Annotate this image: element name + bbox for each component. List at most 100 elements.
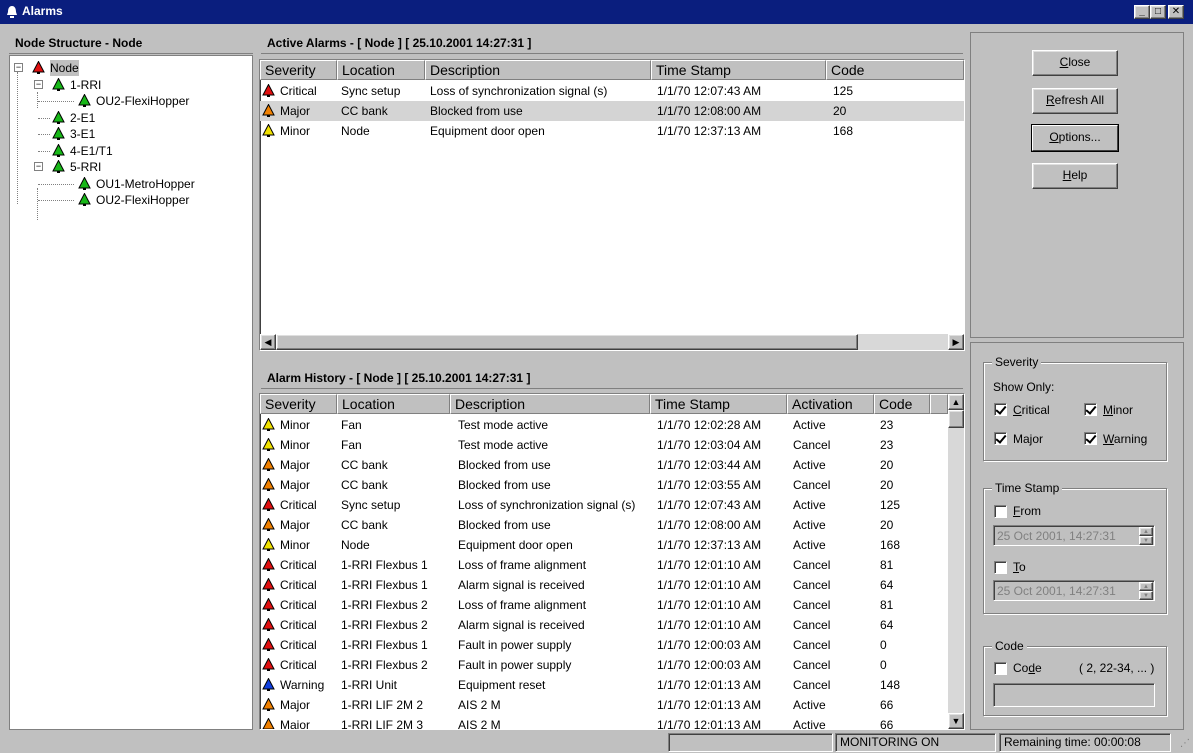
critical-checkbox[interactable] <box>994 403 1007 416</box>
cell-timestamp: 1/1/70 12:37:13 AM <box>657 124 762 138</box>
cell-activation: Cancel <box>793 438 831 452</box>
table-row[interactable]: Critical Sync setup Loss of synchronizatio… <box>260 495 948 515</box>
table-row[interactable]: Critical Sync setup Loss of synchronizatio… <box>260 81 964 101</box>
column-header[interactable]: Severity <box>260 60 337 80</box>
table-row[interactable]: Warning 1-RRI Unit Equipment reset 1/1/70 1… <box>260 675 948 695</box>
help-button[interactable]: Help <box>1032 163 1118 189</box>
code-checkbox[interactable] <box>994 662 1007 675</box>
table-row[interactable]: Critical 1-RRI Flexbus 1 Loss of frame ali… <box>260 555 948 575</box>
monitoring-status: MONITORING ON <box>835 733 996 752</box>
severity-bell-icon <box>262 477 275 494</box>
table-row[interactable]: Minor Fan Test mode active 1/1/70 12:03:04 … <box>260 435 948 455</box>
scroll-left-button[interactable]: ◀ <box>260 334 276 350</box>
code-label: Code <box>1013 661 1042 675</box>
cell-location: 1-RRI Flexbus 2 <box>341 598 428 612</box>
to-datetime-input[interactable]: 25 Oct 2001, 14:27:31 ▲ ▼ <box>993 580 1155 601</box>
resize-grip[interactable]: ⋰ <box>1176 737 1190 751</box>
column-header[interactable]: Time Stamp <box>650 394 787 414</box>
spin-up-button[interactable]: ▲ <box>1139 527 1153 536</box>
table-row[interactable]: Major 1-RRI LIF 2M 3 AIS 2 M 1/1/70 12:01:1… <box>260 715 948 730</box>
close-window-button[interactable]: ✕ <box>1168 5 1184 19</box>
cell-severity: Minor <box>280 418 311 432</box>
minor-checkbox[interactable] <box>1084 403 1097 416</box>
column-header[interactable]: Activation <box>787 394 874 414</box>
cell-location: Fan <box>341 438 362 452</box>
cell-code: 20 <box>833 104 847 118</box>
column-header[interactable]: Description <box>450 394 650 414</box>
column-header[interactable]: Location <box>337 394 450 414</box>
from-datetime-input[interactable]: 25 Oct 2001, 14:27:31 ▲ ▼ <box>993 525 1155 546</box>
minimize-button[interactable]: _ <box>1134 5 1150 19</box>
table-row[interactable]: Critical 1-RRI Flexbus 2 Fault in power su… <box>260 655 948 675</box>
tree-node-label: 2-E1 <box>70 110 96 125</box>
scroll-thumb[interactable] <box>948 410 964 428</box>
table-row[interactable]: Major CC bank Blocked from use 1/1/70 12:03… <box>260 475 948 495</box>
collapse-icon[interactable]: − <box>14 63 23 72</box>
table-row[interactable]: Critical 1-RRI Flexbus 1 Alarm signal is r… <box>260 575 948 595</box>
cell-code: 23 <box>880 418 894 432</box>
cell-activation: Active <box>793 698 826 712</box>
severity-bell-icon <box>262 417 275 434</box>
critical-label: Critical <box>1013 403 1050 417</box>
collapse-icon[interactable]: − <box>34 79 43 89</box>
major-checkbox[interactable] <box>994 432 1007 445</box>
column-header[interactable]: Code <box>826 60 964 80</box>
column-header[interactable]: Location <box>337 60 425 80</box>
node-tree[interactable]: − Node −1-RRI OU2-FlexiHopper 2-E1 3-E1 4-E1/T… <box>9 55 253 730</box>
scroll-right-button[interactable]: ▶ <box>948 334 964 350</box>
scroll-down-button[interactable]: ▼ <box>948 713 964 729</box>
spin-down-button[interactable]: ▼ <box>1139 591 1153 600</box>
column-header[interactable]: Severity <box>260 394 337 414</box>
horizontal-scrollbar[interactable]: ◀ ▶ <box>260 334 964 350</box>
cell-description: Fault in power supply <box>458 658 572 672</box>
cell-code: 20 <box>880 518 894 532</box>
cell-activation: Active <box>793 718 826 730</box>
close-button[interactable]: Close <box>1032 50 1118 76</box>
warning-checkbox[interactable] <box>1084 432 1097 445</box>
collapse-icon[interactable]: − <box>34 162 43 171</box>
cell-description: Equipment reset <box>458 678 546 692</box>
refresh-all-button[interactable]: Refresh All <box>1032 88 1118 114</box>
vertical-scrollbar[interactable]: ▲ ▼ <box>948 394 964 729</box>
to-label: To <box>1013 560 1026 574</box>
cell-severity: Critical <box>280 498 317 512</box>
active-alarms-table[interactable]: Severity Location Description Time Stamp… <box>259 59 965 351</box>
from-label: From <box>1013 504 1042 518</box>
table-row[interactable]: Critical 1-RRI Flexbus 2 Loss of frame ali… <box>260 595 948 615</box>
table-row[interactable]: Minor Fan Test mode active 1/1/70 12:02:28 … <box>260 415 948 435</box>
to-checkbox[interactable] <box>994 561 1007 574</box>
table-row[interactable]: Minor Node Equipment door open 1/1/70 12:37… <box>260 121 964 141</box>
table-row[interactable]: Critical 1-RRI Flexbus 1 Fault in power su… <box>260 635 948 655</box>
table-row[interactable]: Minor Node Equipment door open 1/1/70 12:37… <box>260 535 948 555</box>
maximize-button[interactable]: □ <box>1150 5 1166 19</box>
code-group-title: Code <box>992 639 1027 653</box>
spin-down-button[interactable]: ▼ <box>1139 536 1153 545</box>
column-header[interactable]: Description <box>425 60 651 80</box>
table-row[interactable]: Major CC bank Blocked from use 1/1/70 12:08… <box>260 515 948 535</box>
alarm-history-table[interactable]: Severity Location Description Time Stamp… <box>259 393 965 730</box>
scroll-thumb[interactable] <box>276 334 858 350</box>
from-checkbox[interactable] <box>994 505 1007 518</box>
column-header[interactable]: Time Stamp <box>651 60 826 80</box>
scroll-up-button[interactable]: ▲ <box>948 394 964 410</box>
table-row[interactable]: Major CC bank Blocked from use 1/1/70 12:03… <box>260 455 948 475</box>
table-row[interactable]: Critical 1-RRI Flexbus 2 Alarm signal is r… <box>260 615 948 635</box>
cell-severity: Critical <box>280 558 317 572</box>
cell-location: Sync setup <box>341 84 401 98</box>
cell-description: Loss of frame alignment <box>458 598 587 612</box>
cell-timestamp: 1/1/70 12:08:00 AM <box>657 104 762 118</box>
severity-bell-icon <box>262 697 275 714</box>
cell-timestamp: 1/1/70 12:07:43 AM <box>657 84 762 98</box>
code-input[interactable] <box>993 683 1155 707</box>
severity-bell-icon <box>262 577 275 594</box>
spin-up-button[interactable]: ▲ <box>1139 582 1153 591</box>
options-button[interactable]: Options... <box>1032 125 1118 151</box>
cell-code: 20 <box>880 478 894 492</box>
column-header[interactable]: Code <box>874 394 930 414</box>
status-panel-empty <box>668 733 833 752</box>
table-row[interactable]: Major 1-RRI LIF 2M 2 AIS 2 M 1/1/70 12:01:1… <box>260 695 948 715</box>
cell-code: 125 <box>880 498 901 512</box>
tree-node-label: OU1-MetroHopper <box>96 176 195 191</box>
table-row[interactable]: Major CC bank Blocked from use 1/1/70 12:08… <box>260 101 964 121</box>
bell-icon <box>78 93 91 111</box>
